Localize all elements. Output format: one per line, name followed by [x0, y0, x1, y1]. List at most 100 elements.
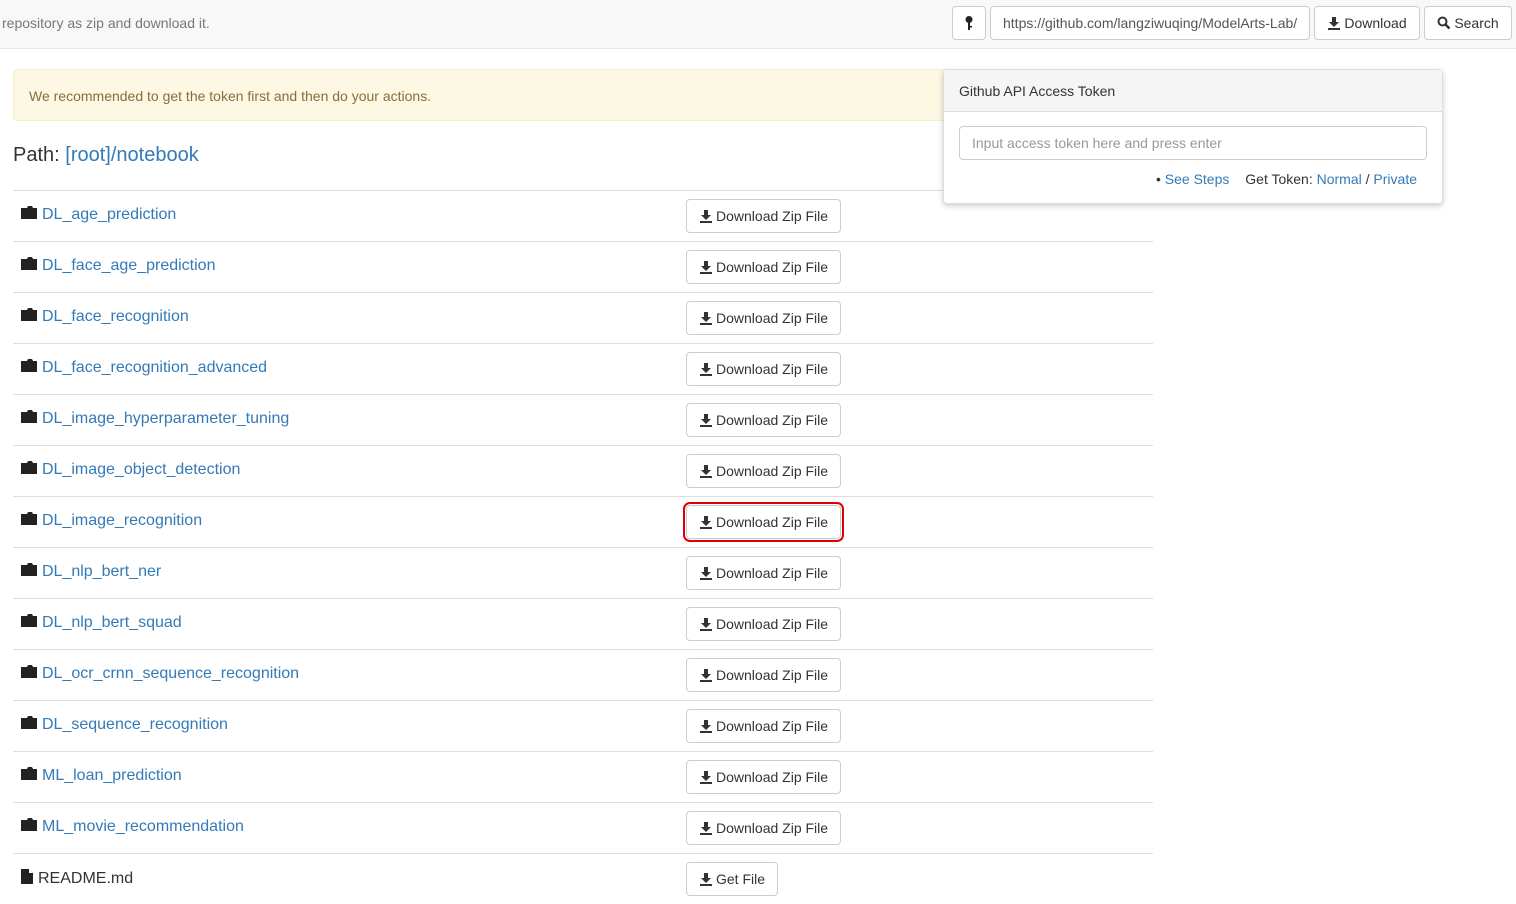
download-zip-button[interactable]: Download Zip File	[686, 403, 842, 437]
key-icon	[965, 16, 973, 30]
button-label: Download Zip File	[716, 310, 829, 326]
download-zip-button[interactable]: Download Zip File	[686, 709, 842, 743]
table-row: DL_face_recognition_advanced Download Zi…	[13, 343, 1153, 394]
folder-link[interactable]: DL_face_recognition_advanced	[21, 359, 267, 377]
download-zip-button[interactable]: Download Zip File	[686, 301, 842, 335]
item-name: DL_nlp_bert_squad	[42, 614, 182, 631]
button-label: Download Zip File	[716, 514, 829, 530]
download-zip-button[interactable]: Download Zip File	[686, 352, 842, 386]
download-icon	[700, 261, 712, 274]
folder-icon	[21, 818, 37, 836]
path-breadcrumb: Path: [root]/notebook	[13, 144, 199, 167]
download-icon	[700, 516, 712, 529]
download-icon	[700, 669, 712, 682]
navbar-description: repository as zip and download it.	[2, 15, 210, 31]
download-zip-button[interactable]: Download Zip File	[686, 199, 842, 233]
folder-icon	[21, 257, 37, 275]
table-row: ML_movie_recommendation Download Zip Fil…	[13, 802, 1153, 853]
repo-url-input[interactable]	[990, 6, 1310, 40]
download-icon	[700, 414, 712, 427]
file-icon	[21, 869, 33, 889]
button-label: Download Zip File	[716, 616, 829, 632]
folder-link[interactable]: DL_sequence_recognition	[21, 716, 228, 734]
table-row: DL_face_age_prediction Download Zip File	[13, 241, 1153, 292]
table-row: DL_image_recognition Download Zip File	[13, 496, 1153, 547]
download-icon	[700, 465, 712, 478]
item-name: DL_image_object_detection	[42, 461, 241, 478]
folder-icon	[21, 308, 37, 326]
folder-link[interactable]: DL_image_hyperparameter_tuning	[21, 410, 289, 428]
table-row: DL_face_recognition Download Zip File	[13, 292, 1153, 343]
download-icon	[700, 873, 712, 886]
download-icon	[700, 720, 712, 733]
download-zip-button[interactable]: Download Zip File	[682, 502, 845, 542]
folder-link[interactable]: DL_image_object_detection	[21, 461, 240, 479]
folder-link[interactable]: DL_age_prediction	[21, 206, 176, 224]
folder-icon	[21, 563, 37, 581]
folder-icon	[21, 614, 37, 632]
button-label: Download Zip File	[716, 667, 829, 683]
download-zip-button[interactable]: Download Zip File	[686, 658, 842, 692]
search-button[interactable]: Search	[1424, 6, 1512, 40]
download-icon	[700, 363, 712, 376]
table-row: DL_nlp_bert_squad Download Zip File	[13, 598, 1153, 649]
file-link[interactable]: README.md	[21, 869, 133, 889]
get-file-button[interactable]: Get File	[686, 862, 779, 896]
see-steps-link[interactable]: See Steps	[1165, 171, 1230, 187]
item-name: DL_face_recognition_advanced	[42, 359, 268, 376]
button-label: Download Zip File	[716, 718, 829, 734]
folder-link[interactable]: DL_image_recognition	[21, 512, 202, 530]
folder-icon	[21, 206, 37, 224]
token-panel: Github API Access Token • See Steps Get …	[943, 69, 1443, 204]
download-zip-button[interactable]: Download Zip File	[686, 556, 842, 590]
item-name: DL_sequence_recognition	[42, 716, 228, 733]
folder-link[interactable]: DL_face_recognition	[21, 308, 189, 326]
item-name: DL_face_age_prediction	[42, 257, 216, 274]
table-row: DL_image_hyperparameter_tuning Download …	[13, 394, 1153, 445]
item-name: DL_face_recognition	[42, 308, 189, 325]
access-token-input[interactable]	[959, 126, 1427, 160]
download-icon	[700, 771, 712, 784]
button-label: Download Zip File	[716, 208, 829, 224]
folder-icon	[21, 410, 37, 428]
download-zip-button[interactable]: Download Zip File	[686, 811, 842, 845]
button-label: Download Zip File	[716, 412, 829, 428]
button-label: Download Zip File	[716, 565, 829, 581]
folder-link[interactable]: ML_loan_prediction	[21, 767, 182, 785]
get-token-label: Get Token:	[1245, 171, 1317, 187]
button-label: Download Zip File	[716, 463, 829, 479]
path-link[interactable]: [root]/notebook	[65, 144, 198, 166]
normal-token-link[interactable]: Normal	[1317, 171, 1362, 187]
button-label: Download Zip File	[716, 820, 829, 836]
folder-icon	[21, 359, 37, 377]
folder-link[interactable]: DL_nlp_bert_squad	[21, 614, 182, 632]
folder-link[interactable]: DL_ocr_crnn_sequence_recognition	[21, 665, 299, 683]
download-icon	[1328, 17, 1341, 30]
folder-link[interactable]: DL_face_age_prediction	[21, 257, 215, 275]
private-token-link[interactable]: Private	[1373, 171, 1417, 187]
folder-icon	[21, 767, 37, 785]
search-label: Search	[1454, 15, 1499, 31]
top-navbar: repository as zip and download it. Downl…	[0, 0, 1516, 49]
table-row: DL_sequence_recognition Download Zip Fil…	[13, 700, 1153, 751]
download-zip-button[interactable]: Download Zip File	[686, 250, 842, 284]
download-button[interactable]: Download	[1314, 6, 1420, 40]
download-icon	[700, 618, 712, 631]
file-table: DL_age_prediction Download Zip File DL_fa…	[13, 190, 1153, 904]
download-label: Download	[1344, 15, 1407, 31]
folder-icon	[21, 461, 37, 479]
download-icon	[700, 822, 712, 835]
folder-link[interactable]: DL_nlp_bert_ner	[21, 563, 161, 581]
download-zip-button[interactable]: Download Zip File	[686, 760, 842, 794]
button-label: Download Zip File	[716, 259, 829, 275]
token-key-button[interactable]	[952, 6, 986, 40]
table-row: DL_nlp_bert_ner Download Zip File	[13, 547, 1153, 598]
table-row: ML_loan_prediction Download Zip File	[13, 751, 1153, 802]
folder-icon	[21, 716, 37, 734]
download-zip-button[interactable]: Download Zip File	[686, 454, 842, 488]
button-label: Get File	[716, 871, 766, 887]
download-zip-button[interactable]: Download Zip File	[686, 607, 842, 641]
table-row: README.md Get File	[13, 853, 1153, 904]
folder-link[interactable]: ML_movie_recommendation	[21, 818, 244, 836]
token-links: • See Steps Get Token: Normal / Private	[1155, 171, 1417, 187]
